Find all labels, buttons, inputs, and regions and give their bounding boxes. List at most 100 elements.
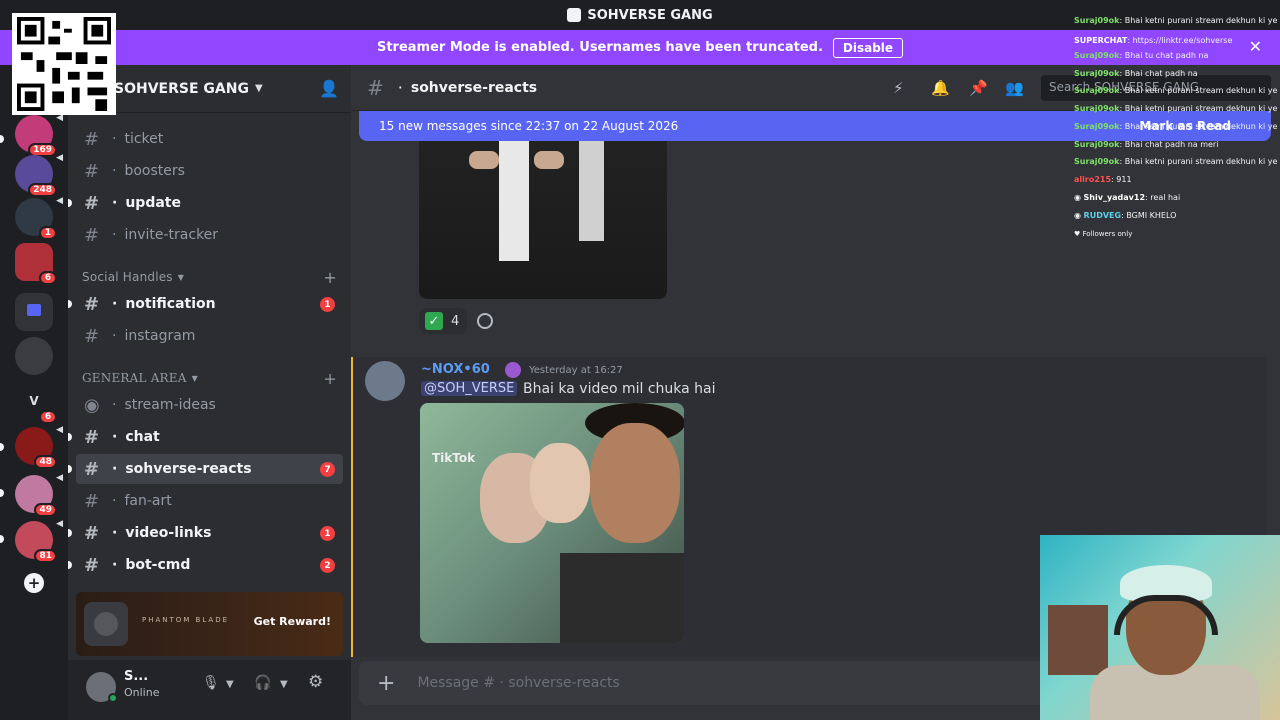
add-member-icon[interactable]: 👤	[319, 79, 339, 98]
channel-invite-tracker[interactable]: # · invite-tracker	[76, 220, 343, 250]
pin-icon[interactable]: 📌	[969, 79, 988, 97]
chevron-down-icon[interactable]: ▼	[280, 679, 288, 690]
headphones-icon[interactable]: 🎧	[254, 675, 271, 691]
mention-badge: 1	[320, 526, 335, 541]
reaction-check[interactable]: ✓ 4	[419, 308, 467, 334]
server-icon[interactable]: ◀ 81	[15, 519, 63, 563]
channel-label: notification	[125, 296, 216, 312]
chevron-down-icon[interactable]: ▼	[226, 679, 234, 690]
server-icon[interactable]: ◀ 1	[15, 196, 63, 240]
reward-orb-icon	[84, 602, 128, 646]
image-detail	[499, 141, 529, 261]
channel-dot: ·	[112, 163, 117, 179]
microphone-icon[interactable]: 🎙	[202, 675, 220, 691]
threads-icon[interactable]: ⚡	[893, 79, 904, 97]
server-icon[interactable]: ◀ 48	[15, 425, 63, 469]
get-reward-button[interactable]: Get Reward!	[254, 615, 331, 628]
reward-banner: PHANTOM BLADE Get Reward!	[76, 592, 343, 656]
channel-update[interactable]: # · update	[68, 188, 343, 218]
category-social-handles[interactable]: Social Handles ▼ +	[82, 268, 341, 287]
members-icon[interactable]: 👥	[1005, 79, 1024, 97]
reaction-count: 4	[451, 313, 460, 329]
channel-label: update	[125, 195, 181, 211]
message-video-attachment[interactable]: TikTok	[420, 403, 684, 643]
add-attachment-icon[interactable]: +	[377, 671, 395, 696]
channel-dot: ·	[112, 296, 118, 312]
orb-inner	[94, 612, 118, 636]
voice-icon: ◀	[56, 473, 63, 483]
user-status: Online	[124, 686, 160, 699]
window-title-text: SOHVERSE GANG	[587, 7, 713, 23]
unread-pip	[68, 300, 72, 308]
hash-icon: #	[84, 490, 100, 512]
role-badge-icon	[505, 362, 521, 378]
chevron-down-icon: ▼	[177, 272, 185, 282]
overlay-chat-line: ◉ RUDVEG: BGMI KHELO	[1074, 211, 1177, 220]
forum-icon: ◉	[84, 394, 100, 416]
overlay-chat-line: Suraj09ok: Bhai ketni purani stream dekh…	[1074, 157, 1280, 166]
server-badge: 49	[34, 503, 57, 517]
channel-video-links[interactable]: # · video-links 1	[68, 518, 343, 548]
hash-icon: #	[84, 522, 100, 544]
message-image-attachment[interactable]	[419, 141, 667, 299]
gear-icon[interactable]: ⚙	[308, 672, 323, 692]
overlay-chat-line: Suraj09ok: Bhai tu chat padh na	[1074, 51, 1209, 60]
server-icon[interactable]: ◀ 248	[15, 153, 63, 197]
bell-icon[interactable]: 🔔	[931, 79, 950, 97]
server-icon[interactable]: V 6	[15, 382, 57, 424]
server-badge: 6	[39, 271, 57, 285]
message-text: Bhai ka video mil chuka hai	[523, 381, 716, 397]
channel-label: bot-cmd	[125, 557, 191, 573]
overlay-chat-line: Suraj09ok: Bhai ketni purani stream dekh…	[1074, 86, 1280, 95]
channel-bot-cmd[interactable]: # · bot-cmd 2	[68, 550, 343, 580]
message-author[interactable]: ~NOX•60	[421, 362, 490, 377]
add-channel-icon[interactable]: +	[323, 268, 337, 287]
category-label: GENERAL AREA	[82, 371, 187, 385]
image-detail	[534, 151, 564, 169]
user-mention[interactable]: @SOH_VERSE	[421, 381, 518, 396]
channel-boosters[interactable]: # · boosters	[76, 156, 343, 186]
hash-icon: #	[84, 293, 100, 315]
message-timestamp: Yesterday at 16:27	[529, 365, 623, 376]
category-label: Social Handles	[82, 270, 173, 284]
channel-stream-ideas[interactable]: ◉ · stream-ideas	[76, 390, 343, 420]
server-icon[interactable]: 6	[15, 243, 57, 285]
channel-fan-art[interactable]: # · fan-art	[76, 486, 343, 516]
channel-instagram[interactable]: # · instagram	[76, 321, 343, 351]
channel-chat[interactable]: # · chat	[68, 422, 343, 452]
add-reaction-icon[interactable]	[477, 313, 493, 329]
server-icon[interactable]: ◀ 49	[15, 473, 63, 517]
channel-sohverse-reacts[interactable]: # · sohverse-reacts 7	[68, 454, 343, 484]
user-panel: S... Online 🎙 ▼ 🎧 ▼ ⚙	[68, 660, 351, 720]
server-icon[interactable]: ◀ 169	[15, 113, 63, 157]
server-badge: 1	[39, 226, 57, 240]
channel-dot: ·	[112, 429, 118, 445]
overlay-chat-line: Suraj09ok: Bhai chat padh na meri	[1074, 140, 1219, 149]
image-detail	[469, 151, 499, 169]
add-channel-icon[interactable]: +	[323, 369, 337, 388]
server-badge: 6	[39, 410, 57, 424]
category-general-area[interactable]: GENERAL AREA ▼ +	[82, 369, 341, 388]
voice-icon: ◀	[56, 425, 63, 435]
server-badge: 81	[34, 549, 57, 563]
server-folder-icon[interactable]	[15, 293, 53, 331]
server-icon[interactable]	[15, 337, 53, 375]
voice-icon: ◀	[56, 153, 63, 163]
tiktok-watermark: TikTok	[432, 451, 476, 465]
channel-label: fan-art	[124, 493, 172, 509]
unread-pip	[68, 465, 72, 473]
online-status-icon	[108, 693, 118, 703]
channel-label: invite-tracker	[124, 227, 219, 243]
channel-notification[interactable]: # · notification 1	[68, 289, 343, 319]
channel-label: sohverse-reacts	[125, 461, 252, 477]
overlay-chat-line: SUPERCHAT: https://linktr.ee/sohverse	[1074, 36, 1233, 45]
mention-badge: 2	[320, 558, 335, 573]
unread-pip	[68, 561, 72, 569]
channel-ticket[interactable]: # · ticket	[76, 124, 343, 154]
add-server-icon[interactable]: +	[24, 573, 44, 593]
hash-icon: #	[367, 75, 384, 100]
channel-label: instagram	[124, 328, 196, 344]
disable-streamer-mode-button[interactable]: Disable	[832, 37, 904, 58]
image-detail	[579, 141, 604, 241]
avatar[interactable]	[365, 361, 405, 401]
